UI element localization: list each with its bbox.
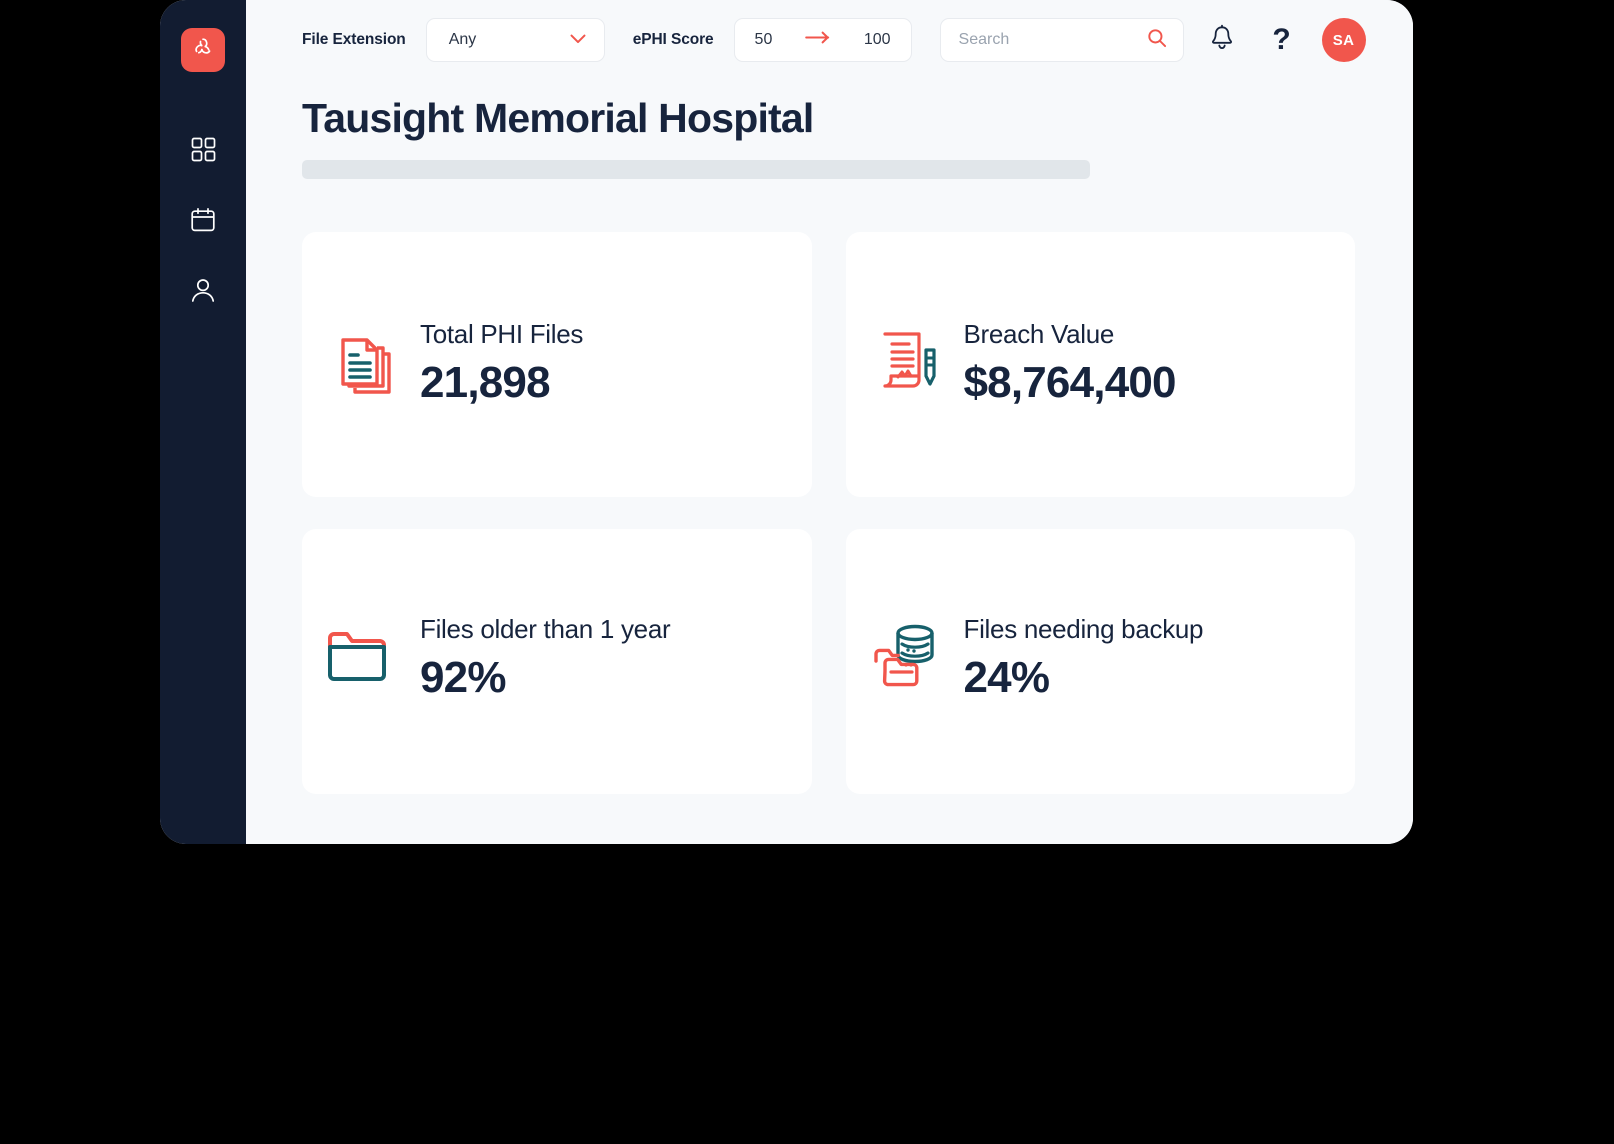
page-title: Tausight Memorial Hospital — [302, 95, 814, 141]
card-label: Files older than 1 year — [420, 613, 671, 644]
calendar-icon — [189, 206, 217, 239]
card-breach-value[interactable]: Breach Value $8,764,400 — [845, 231, 1355, 497]
tausight-trefoil-logo-icon — [190, 35, 216, 66]
app-window: File Extension Any ePHI Score 50 100 Sea… — [160, 0, 1413, 844]
search-input[interactable] — [958, 31, 1139, 49]
ephi-min-value[interactable]: 50 — [755, 31, 773, 49]
database-folder-icon — [868, 613, 942, 695]
toolbar: File Extension Any ePHI Score 50 100 Sea… — [246, 0, 1413, 80]
ephi-score-range[interactable]: 50 100 — [733, 18, 912, 62]
card-value: $8,764,400 — [963, 357, 1177, 407]
ephi-max-value[interactable]: 100 — [864, 31, 891, 49]
avatar[interactable]: SA — [1321, 18, 1366, 62]
sidebar-item-profile[interactable] — [181, 270, 225, 314]
card-label: Breach Value — [963, 318, 1115, 349]
person-icon — [189, 276, 217, 309]
app-logo[interactable] — [181, 28, 225, 72]
sidebar-item-dashboard[interactable] — [181, 130, 225, 174]
stats-card-grid: Total PHI Files 21,898 Breach Value $8,7… — [302, 231, 1355, 794]
card-total-phi-files[interactable]: Total PHI Files 21,898 — [302, 231, 812, 497]
page-root: File Extension Any ePHI Score 50 100 Sea… — [0, 0, 1614, 1144]
placeholder-bar — [302, 159, 1090, 179]
card-value: 24% — [963, 652, 1050, 702]
arrow-right-icon — [805, 31, 831, 49]
file-extension-value: Any — [448, 31, 477, 48]
folder-icon — [324, 613, 398, 695]
card-value: 21,898 — [420, 357, 551, 407]
content-area: Tausight Memorial Hospital Total PHI Fil… — [246, 80, 1413, 844]
card-label: Files needing backup — [963, 613, 1204, 644]
ephi-score-label: ePHI Score — [632, 31, 714, 48]
card-files-older-than-1-year[interactable]: Files older than 1 year 92% — [302, 528, 812, 794]
contract-pen-icon — [868, 318, 942, 400]
file-extension-label: File Extension — [302, 31, 406, 48]
help-button[interactable]: ? — [1260, 18, 1304, 62]
card-value: 92% — [420, 652, 506, 702]
documents-stack-icon — [324, 318, 398, 400]
question-mark-icon: ? — [1272, 23, 1291, 56]
bell-icon — [1209, 24, 1235, 57]
card-files-needing-backup[interactable]: Files needing backup 24% — [845, 528, 1355, 794]
avatar-initials: SA — [1332, 31, 1355, 49]
main-area: File Extension Any ePHI Score 50 100 Sea… — [246, 0, 1413, 844]
file-extension-select[interactable]: Any — [425, 18, 605, 62]
card-label: Total PHI Files — [420, 318, 584, 349]
grid-icon — [190, 136, 217, 168]
notifications-button[interactable] — [1200, 18, 1244, 62]
sidebar — [160, 0, 246, 844]
search-icon[interactable] — [1147, 28, 1167, 53]
chevron-down-icon — [570, 31, 586, 49]
sidebar-item-calendar[interactable] — [181, 200, 225, 244]
search-box[interactable] — [939, 18, 1184, 62]
